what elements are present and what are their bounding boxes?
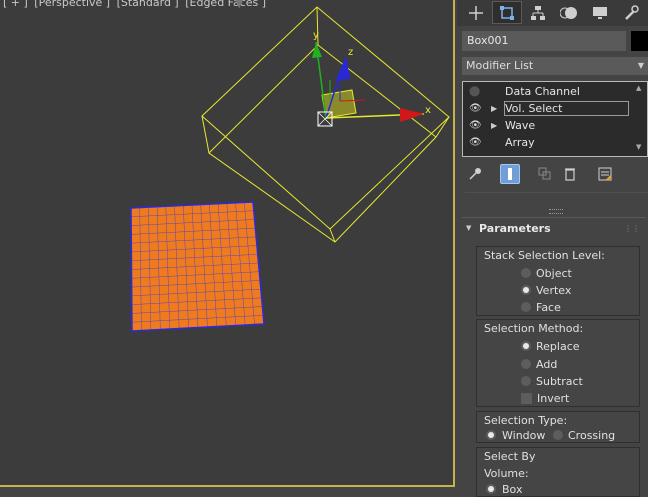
stack-item-label: Data Channel [505,85,580,98]
option-label: Add [536,358,558,371]
modify-tab[interactable] [492,1,522,24]
rollout-grip-icon[interactable]: ⋮⋮ [624,224,640,233]
gizmo-y-label: y [313,30,319,41]
remove-modifier-button[interactable] [560,164,580,184]
selection-method-group: Selection Method: Replace Add Subtract I… [476,319,640,407]
selection-type-group: Selection Type: Window Crossing [476,411,640,443]
group-label: Select By [484,450,536,463]
radio-button[interactable] [553,430,563,440]
move-gizmo[interactable]: y z x [312,30,431,127]
pin-stack-icon [469,168,481,180]
group-label: Stack Selection Level: [484,249,605,262]
make-unique-button[interactable] [535,164,555,184]
radio-button[interactable] [521,376,531,386]
perspective-viewport[interactable]: [ + ] [Perspective ] [Standard ] [Edged … [0,0,455,487]
pin-stack-button[interactable] [465,164,485,184]
make-unique-icon [538,167,551,180]
display-tab[interactable] [585,1,615,24]
panel-resize-grip[interactable] [549,209,563,214]
show-end-result-button[interactable] [500,164,520,184]
radio-button[interactable] [521,341,531,351]
radio-button[interactable] [521,359,531,369]
eye-icon[interactable]: 👁 [469,117,483,134]
scroll-up-icon[interactable]: ▲ [636,84,641,92]
option-label: Invert [537,392,570,405]
group-label: Selection Method: [484,322,584,335]
eye-icon[interactable]: 👁 [469,100,483,117]
motion-icon [560,6,577,19]
configure-modifier-sets-button[interactable] [595,164,615,184]
radio-button[interactable] [486,430,496,440]
create-icon [469,5,483,20]
divider [465,192,648,193]
stack-item-data-channel[interactable]: ⬤ Data Channel [463,83,631,100]
option-label: Crossing [568,429,616,442]
radio-button[interactable] [521,302,531,312]
motion-tab[interactable] [554,1,584,24]
group-label: Selection Type: [484,414,568,427]
stack-item-label: Array [505,136,535,149]
stack-scrollbar[interactable]: ▲ ▼ [633,82,647,156]
option-label: Replace [536,340,580,353]
volume-label: Volume: [484,467,529,480]
show-end-result-icon [508,168,512,180]
display-icon [593,6,607,19]
option-label: Subtract [536,375,583,388]
option-label: Face [536,301,561,314]
parameters-rollout: ▼ Parameters ⋮⋮ Stack Selection Level: O… [462,217,646,497]
hierarchy-tab[interactable] [523,1,553,24]
gizmo-x-label: x [425,105,431,116]
stack-selection-level-group: Stack Selection Level: Object Vertex Fac… [476,246,640,316]
radio-button[interactable] [521,268,531,278]
configure-sets-icon [598,167,612,181]
checkbox[interactable] [521,393,532,404]
gizmo-z-arrow [336,56,350,80]
modifier-list-dropdown[interactable]: Modifier List ▼ [462,57,648,75]
utilities-icon [625,4,639,20]
remove-modifier-icon [565,168,575,181]
modifier-stack[interactable]: ⬤ Data Channel 👁 ▶ Vol. Select 👁 ▶ Wave … [462,81,648,157]
chevron-down-icon: ▼ [637,61,644,70]
create-tab[interactable] [461,1,491,24]
expand-triangle-icon[interactable]: ▶ [491,117,497,134]
scroll-down-icon[interactable]: ▼ [636,143,641,151]
hierarchy-icon [531,5,545,20]
select-by-group: Select By Volume: Box [476,447,640,497]
stack-item-array[interactable]: 👁 Array [463,134,631,151]
visibility-off-icon[interactable]: ⬤ [469,83,483,100]
stack-item-vol-select[interactable]: 👁 ▶ Vol. Select [463,100,631,117]
rollout-title: Parameters [479,222,551,235]
modify-icon [500,5,514,20]
utilities-tab[interactable] [616,1,646,24]
eye-icon[interactable]: 👁 [469,134,483,151]
object-name-field[interactable]: Box001 [462,31,626,51]
command-panel: Box001 Modifier List ▼ ⬤ Data Channel 👁 … [457,0,648,497]
stack-item-label: Vol. Select [504,101,629,116]
object-color-swatch[interactable] [631,31,648,51]
array-plane[interactable] [130,201,265,332]
option-label: Object [536,267,572,280]
stack-item-wave[interactable]: 👁 ▶ Wave [463,117,631,134]
expand-triangle-icon[interactable]: ▶ [491,100,497,117]
radio-button[interactable] [521,285,531,295]
viewport-scene: y z x [130,6,450,332]
gizmo-z-label: z [348,47,353,58]
stack-item-label: Wave [505,119,536,132]
option-label: Vertex [536,284,572,297]
collapse-triangle-icon: ▼ [466,224,472,232]
command-panel-tabs [457,0,648,26]
modifier-list-label: Modifier List [466,59,534,72]
gizmo-x-arrow [400,108,424,122]
option-label: Box [502,483,523,496]
option-label: Window [502,429,546,442]
